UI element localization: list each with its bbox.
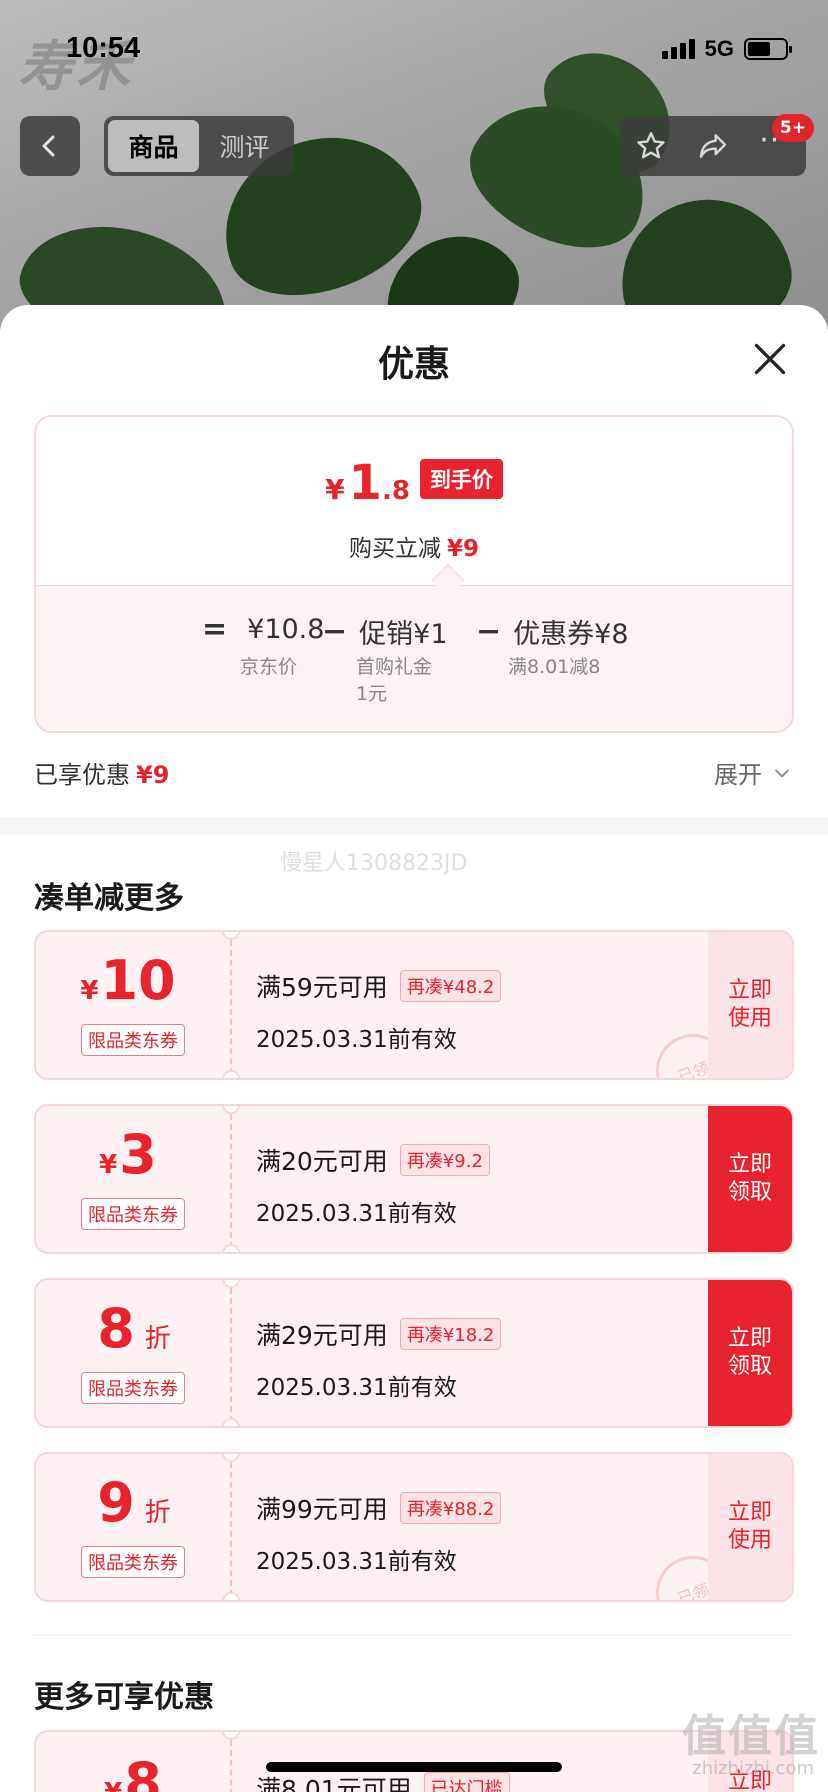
- coupon-card: 8折 限品类东券 满29元可用 再凑¥18.2 2025.03.31前有效 立即领…: [34, 1278, 794, 1428]
- final-price-tag: 到手价: [419, 459, 503, 499]
- close-icon[interactable]: [752, 341, 788, 377]
- coupon-card: ¥8 满8.01元可用已达门槛 立即: [34, 1730, 794, 1792]
- site-watermark: 值值值: [682, 1711, 820, 1762]
- coupon-label: 满8.01减8: [508, 656, 601, 678]
- status-indicators: 5G: [661, 36, 792, 62]
- coupon-card: 9折 限品类东券 满99元可用 再凑¥88.2 2025.03.31前有效 已领 …: [34, 1452, 794, 1602]
- coupon-type-badge: 限品类东券: [81, 1024, 185, 1056]
- final-price: ¥1.8: [325, 455, 410, 511]
- section-title-more-deals: 凑单减更多: [34, 881, 184, 916]
- coupon-amount: ¥8: [104, 1751, 162, 1792]
- base-price: ¥10.8: [247, 614, 325, 645]
- sheet-title: 优惠: [377, 344, 450, 385]
- enjoyed-discount: 已享优惠 ¥9: [34, 761, 170, 789]
- coupon-amount: 9折: [97, 1471, 171, 1534]
- product-tabs: 商品 测评: [104, 116, 294, 176]
- site-watermark-url: zhizhizhi.com: [692, 1758, 814, 1779]
- network-type: 5G: [704, 36, 734, 61]
- coupon-threshold-badge: 已达门槛: [423, 1772, 510, 1792]
- section-title-more-offers: 更多可享优惠: [34, 1680, 214, 1715]
- base-price-label: 京东价: [240, 656, 298, 678]
- breakdown-base: = ¥10.8: [202, 612, 325, 647]
- section-divider: [0, 817, 828, 835]
- coupon-condition: 满59元可用 再凑¥48.2: [256, 968, 502, 1004]
- coupon-condition: 满99元可用 再凑¥88.2: [256, 1490, 502, 1526]
- coupon-shortfall-badge: 再凑¥18.2: [399, 1318, 502, 1350]
- coupon-claim-button[interactable]: 立即 领取: [708, 1106, 792, 1252]
- instant-saving: 购买立减 ¥9: [348, 536, 479, 562]
- coupon-value: 优惠券¥8: [513, 619, 629, 650]
- coupon-amount: ¥10: [80, 949, 176, 1012]
- promo-label: 首购礼金 1元: [356, 656, 433, 705]
- promo-value: 促销¥1: [359, 619, 448, 650]
- coupon-use-button[interactable]: 立即 使用: [708, 932, 792, 1078]
- coupon-claim-button[interactable]: 立即 领取: [708, 1280, 792, 1426]
- home-indicator[interactable]: [266, 1762, 562, 1772]
- tab-product[interactable]: 商品: [108, 120, 199, 172]
- coupon-amount: ¥3: [99, 1123, 157, 1186]
- coupon-use-button[interactable]: 立即 使用: [708, 1454, 792, 1600]
- coupon-expiry: 2025.03.31前有效: [256, 1027, 457, 1053]
- coupon-type-badge: 限品类东券: [81, 1372, 185, 1404]
- price-breakdown: = ¥10.8 − 促销¥1 − 优惠券¥8 京东价 首购礼金 1元 满8.01减…: [36, 585, 792, 731]
- signal-icon: [661, 39, 695, 59]
- chevron-down-icon: [775, 769, 789, 777]
- coupon-amount: 8折: [97, 1297, 171, 1360]
- share-icon[interactable]: [693, 126, 733, 166]
- user-watermark: 慢星人1308823JD: [280, 851, 468, 876]
- coupon-expiry: 2025.03.31前有效: [256, 1201, 457, 1227]
- coupon-type-badge: 限品类东券: [81, 1546, 185, 1578]
- coupon-expiry: 2025.03.31前有效: [256, 1375, 457, 1401]
- battery-icon: [744, 38, 792, 60]
- coupon-condition: 满20元可用 再凑¥9.2: [256, 1142, 490, 1178]
- back-button[interactable]: [20, 116, 80, 176]
- coupon-type-badge: 限品类东券: [81, 1198, 185, 1230]
- coupon-condition: 满29元可用 再凑¥18.2: [256, 1316, 502, 1352]
- coupon-shortfall-badge: 再凑¥88.2: [399, 1492, 502, 1524]
- breakdown-coupon: − 优惠券¥8: [476, 614, 629, 650]
- coupon-shortfall-badge: 再凑¥48.2: [399, 970, 502, 1002]
- favorite-star-icon[interactable]: [631, 126, 671, 166]
- chevron-left-icon: [42, 135, 55, 157]
- discount-sheet: 优惠 ¥1.8 到手价 购买立减 ¥9 = ¥10.8 − 促销¥1 − 优惠券…: [0, 305, 828, 1792]
- coupon-card: ¥3 限品类东券 满20元可用 再凑¥9.2 2025.03.31前有效 立即 领取: [34, 1104, 794, 1254]
- tab-review[interactable]: 测评: [199, 120, 290, 172]
- divider: [34, 1635, 794, 1636]
- price-summary-card: ¥1.8 到手价 购买立减 ¥9 = ¥10.8 − 促销¥1 − 优惠券¥8 京…: [34, 415, 794, 733]
- expand-button[interactable]: 展开: [714, 755, 792, 790]
- coupon-expiry: 2025.03.31前有效: [256, 1549, 457, 1575]
- breakdown-promo: − 促销¥1: [322, 614, 448, 650]
- message-badge: 5+: [771, 114, 814, 142]
- coupon-card: ¥10 限品类东券 满59元可用 再凑¥48.2 2025.03.31前有效 已领…: [34, 930, 794, 1080]
- coupon-shortfall-badge: 再凑¥9.2: [399, 1144, 490, 1176]
- status-time: 10:54: [66, 32, 141, 64]
- coupon-condition: 满8.01元可用 已达门槛: [256, 1770, 510, 1792]
